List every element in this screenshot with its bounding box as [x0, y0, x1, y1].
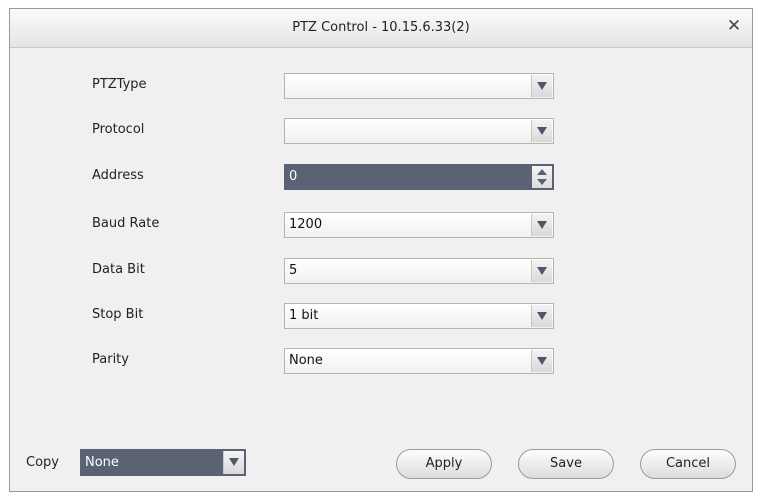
stop-bit-select[interactable]: 1 bit — [284, 303, 554, 329]
baud-rate-label: Baud Rate — [92, 216, 160, 231]
row-ptz-type: PTZType — [10, 73, 752, 99]
address-label: Address — [92, 168, 144, 183]
row-protocol: Protocol — [10, 118, 752, 144]
chevron-down-icon — [229, 458, 239, 466]
copy-select[interactable]: None — [80, 449, 246, 476]
row-data-bit: Data Bit 5 — [10, 258, 752, 284]
spinner-arrows-icon[interactable] — [532, 166, 552, 188]
ptz-type-dropdown-button[interactable] — [531, 75, 552, 97]
stop-bit-value: 1 bit — [289, 308, 319, 323]
chevron-down-icon — [537, 127, 547, 135]
parity-select[interactable]: None — [284, 348, 554, 374]
address-spinbox[interactable]: 0 — [284, 164, 554, 190]
close-icon[interactable]: ✕ — [724, 16, 744, 36]
spin-down-icon[interactable] — [537, 179, 547, 185]
data-bit-select[interactable]: 5 — [284, 258, 554, 284]
chevron-down-icon — [537, 312, 547, 320]
title-bar: PTZ Control - 10.15.6.33(2) ✕ — [10, 9, 752, 48]
protocol-select[interactable] — [284, 118, 554, 144]
cancel-button[interactable]: Cancel — [640, 449, 736, 479]
parity-label: Parity — [92, 352, 129, 367]
chevron-down-icon — [537, 357, 547, 365]
baud-rate-dropdown-button[interactable] — [531, 214, 552, 236]
chevron-down-icon — [537, 267, 547, 275]
data-bit-label: Data Bit — [92, 262, 145, 277]
chevron-down-icon — [537, 221, 547, 229]
spin-up-icon[interactable] — [537, 169, 547, 175]
data-bit-dropdown-button[interactable] — [531, 260, 552, 282]
apply-button[interactable]: Apply — [396, 449, 492, 479]
data-bit-value: 5 — [289, 263, 298, 278]
baud-rate-value: 1200 — [289, 217, 323, 232]
address-value[interactable]: 0 — [289, 169, 297, 184]
row-parity: Parity None — [10, 348, 752, 374]
protocol-label: Protocol — [92, 122, 145, 137]
copy-dropdown-button[interactable] — [223, 451, 244, 474]
copy-value: None — [85, 455, 119, 470]
row-baud-rate: Baud Rate 1200 — [10, 212, 752, 238]
ptz-control-dialog: PTZ Control - 10.15.6.33(2) ✕ PTZType Pr… — [9, 8, 753, 492]
protocol-dropdown-button[interactable] — [531, 120, 552, 142]
chevron-down-icon — [537, 82, 547, 90]
stop-bit-dropdown-button[interactable] — [531, 305, 552, 327]
parity-dropdown-button[interactable] — [531, 350, 552, 372]
copy-label: Copy — [26, 455, 59, 470]
row-address: Address 0 — [10, 164, 752, 190]
parity-value: None — [289, 353, 323, 368]
stop-bit-label: Stop Bit — [92, 307, 144, 322]
ptz-type-label: PTZType — [92, 77, 147, 92]
row-stop-bit: Stop Bit 1 bit — [10, 303, 752, 329]
ptz-type-select[interactable] — [284, 73, 554, 99]
baud-rate-select[interactable]: 1200 — [284, 212, 554, 238]
save-button[interactable]: Save — [518, 449, 614, 479]
dialog-title: PTZ Control - 10.15.6.33(2) — [292, 20, 470, 35]
